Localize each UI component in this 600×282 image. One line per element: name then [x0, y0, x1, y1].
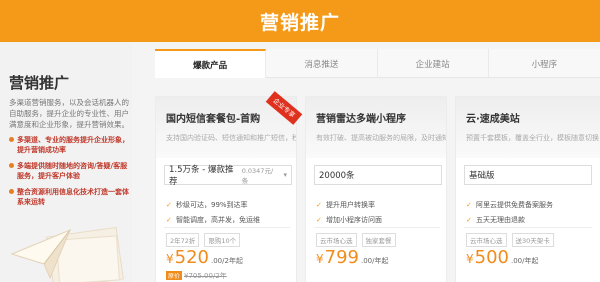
feature-item: 提升用户转换率 — [316, 199, 382, 211]
card-description: 支持国内验证码、短信通知和推广短信，秒级触达，免运维 — [166, 134, 296, 142]
card-description: 有效打破、提高被动服务的局限，及时通知用户各类消息 — [316, 134, 446, 142]
tag-row: 2年72折 限购10个 — [166, 233, 241, 247]
tag-row: 云市场心选 独家套餐 — [316, 233, 396, 247]
promo-tag: 限购10个 — [204, 233, 241, 247]
promo-tag: 2年72折 — [166, 233, 200, 247]
product-card-sms[interactable]: 国内短信套餐包-首购 支持国内验证码、短信通知和推广短信，秒级触达，免运维 企业… — [155, 91, 303, 282]
card-description: 预置千套模板，覆盖全行业，模板随意切换 — [466, 134, 599, 142]
sidebar-bullet: 多端提供随时随地的咨询/答疑/客服服务，提升客户体验 — [9, 161, 132, 181]
product-tabs: 爆款产品 消息推送 企业建站 小程序 — [155, 49, 600, 78]
card-title: 营销雷达多端小程序 — [316, 114, 406, 125]
card-title: 国内短信套餐包-首购 — [166, 114, 261, 125]
price: ¥ 520 .00/2年起 — [166, 247, 243, 268]
product-card-site[interactable]: 云·速成美站 预置千套模板，覆盖全行业，模板随意切换 基础版 阿里云提供免费备案… — [455, 96, 600, 282]
unit-price: 0.0347元/条 — [241, 167, 274, 185]
card-header: 云·速成美站 预置千套模板，覆盖全行业，模板随意切换 — [456, 97, 600, 158]
currency-symbol: ¥ — [466, 252, 474, 266]
price-suffix: .00/年起 — [511, 257, 539, 265]
feature-item: 阿里云提供免费备案服务 — [466, 199, 553, 211]
price-suffix: .00/年起 — [361, 257, 389, 265]
price-amount: 520 — [174, 247, 209, 268]
card-divider — [314, 227, 440, 228]
price-amount: 500 — [474, 247, 509, 268]
promo-tag: 云市场心选 — [466, 233, 507, 247]
price: ¥ 799 .00/年起 — [316, 247, 389, 268]
product-card-radar[interactable]: 营销雷达多端小程序 有效打破、提高被动服务的局限，及时通知用户各类消息 2000… — [305, 96, 447, 282]
page-title: 营销推广 — [259, 11, 340, 34]
paper-plane-illustration — [10, 226, 124, 282]
feature-item: 智能调度，高并发，免运维 — [166, 214, 260, 226]
sidebar-description: 多渠道营销服务，以及会话机器人的自助服务，提升企业的专业性、用户满意度和企业形象… — [9, 98, 129, 129]
page-header: 营销推广 — [0, 0, 600, 42]
feature-list: 秒级可达，99%到达率 智能调度，高并发，免运维 — [166, 199, 260, 229]
promo-tag: 独家套餐 — [361, 233, 396, 247]
sidebar-bullet: 整合资源利用信息化技术打造一套体系来运转 — [9, 187, 132, 207]
original-price: 原价 ¥705.00/2年 — [166, 271, 227, 280]
sidebar-panel: 营销推广 多渠道营销服务，以及会话机器人的自助服务，提升企业的专业性、用户满意度… — [0, 42, 132, 282]
tab-hot-products[interactable]: 爆款产品 — [155, 49, 267, 78]
card-divider — [164, 227, 290, 228]
spec-select-value: 基础版 — [469, 171, 495, 181]
spec-select-value: 20000条 — [319, 171, 355, 181]
sidebar-bullet-list: 多渠道、专业的服务提升企业形象，提升营销成功率 多端提供随时随地的咨询/答疑/客… — [9, 135, 132, 213]
price: ¥ 500 .00/年起 — [466, 247, 539, 268]
tag-row: 云市场心选 送30天架卡 — [466, 233, 554, 247]
spec-select[interactable]: 1.5万条 - 爆款推荐 0.0347元/条 ▾ — [164, 165, 292, 187]
tab-message-push[interactable]: 消息推送 — [266, 49, 378, 78]
currency-symbol: ¥ — [316, 252, 324, 266]
chevron-down-icon: ▾ — [283, 171, 287, 179]
feature-item: 增加小程序访问面 — [316, 214, 382, 226]
spec-select-value: 1.5万条 - 爆款推荐 — [169, 165, 234, 187]
currency-symbol: ¥ — [166, 252, 174, 266]
spec-select[interactable]: 20000条 — [314, 165, 442, 185]
feature-list: 提升用户转换率 增加小程序访问面 — [316, 199, 382, 229]
promo-tag: 送30天架卡 — [511, 233, 554, 247]
feature-item: 五天无理由退款 — [466, 214, 553, 226]
card-header: 营销雷达多端小程序 有效打破、提高被动服务的局限，及时通知用户各类消息 — [306, 97, 446, 158]
sidebar-title: 营销推广 — [9, 74, 70, 92]
spec-select[interactable]: 基础版 — [464, 165, 592, 185]
feature-item: 秒级可达，99%到达率 — [166, 199, 260, 211]
original-price-tag: 原价 — [166, 271, 183, 280]
tab-mini-program[interactable]: 小程序 — [489, 49, 600, 78]
price-amount: 799 — [324, 247, 359, 268]
feature-list: 阿里云提供免费备案服务 五天无理由退款 — [466, 199, 553, 229]
tab-site-building[interactable]: 企业建站 — [378, 49, 489, 78]
price-suffix: .00/2年起 — [211, 257, 243, 265]
sidebar-bullet: 多渠道、专业的服务提升企业形象，提升营销成功率 — [9, 135, 132, 155]
card-divider — [464, 227, 592, 228]
promo-tag: 云市场心选 — [316, 233, 357, 247]
card-title: 云·速成美站 — [466, 114, 520, 125]
